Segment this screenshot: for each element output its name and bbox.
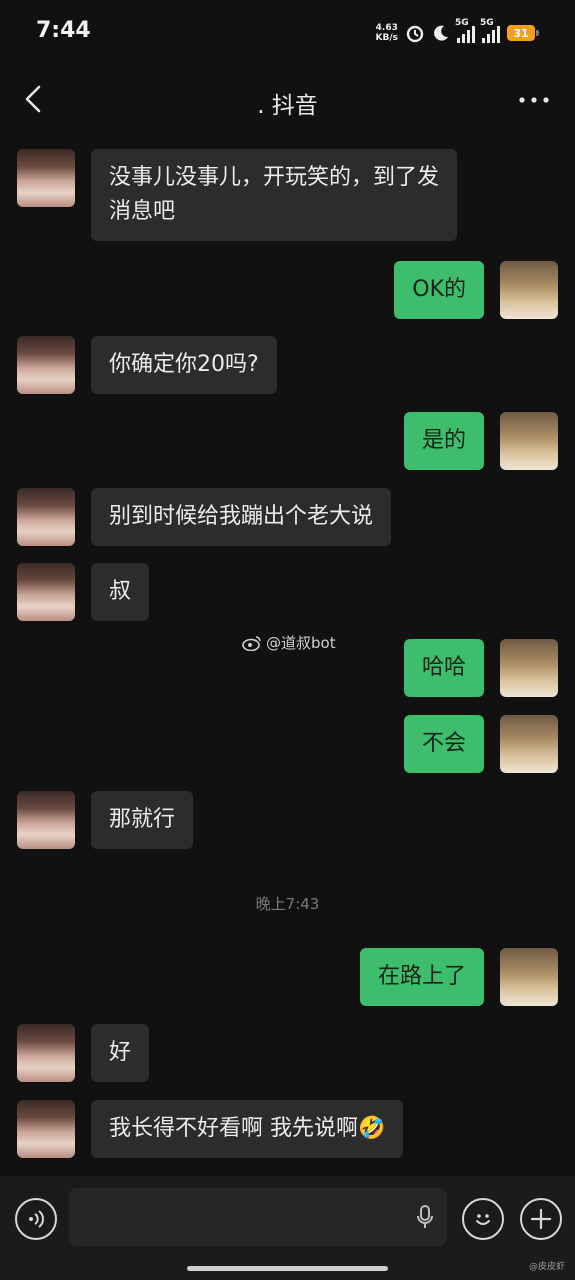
smiley-icon bbox=[476, 1214, 490, 1225]
message-bubble[interactable]: 别到时候给我蹦出个老大说 bbox=[91, 488, 392, 546]
corner-watermark: @皮皮虾 bbox=[528, 1262, 565, 1272]
alarm-icon bbox=[406, 25, 424, 43]
message-row: 那就行 bbox=[17, 791, 209, 849]
microphone-icon[interactable] bbox=[415, 1204, 435, 1230]
message-row: OK的 bbox=[378, 261, 558, 319]
message-bubble[interactable]: 你确定你20吗? bbox=[91, 336, 277, 394]
contact-avatar[interactable] bbox=[17, 488, 75, 546]
user-avatar[interactable] bbox=[500, 412, 558, 470]
chat-title: . 抖音 bbox=[257, 93, 318, 119]
message-bubble[interactable]: OK的 bbox=[394, 261, 484, 319]
message-row: 不会 bbox=[388, 715, 558, 773]
message-row: 叔 bbox=[17, 563, 165, 621]
watermark-text: @道叔bot bbox=[266, 634, 336, 652]
input-bar: @皮皮虾 bbox=[0, 1176, 575, 1280]
message-bubble[interactable]: 不会 bbox=[403, 715, 484, 773]
message-bubble[interactable]: 好 bbox=[91, 1024, 150, 1082]
message-bubble[interactable]: 没事儿没事儿，开玩笑的，到了发 消息吧 bbox=[91, 149, 458, 241]
message-bubble[interactable]: 叔 bbox=[91, 563, 150, 621]
more-options-button[interactable] bbox=[517, 88, 551, 112]
message-bubble[interactable]: 那就行 bbox=[91, 791, 194, 849]
message-row: 别到时候给我蹦出个老大说 bbox=[17, 488, 407, 546]
signal-2-label: 5G bbox=[480, 18, 494, 28]
message-row: 是的 bbox=[388, 412, 558, 470]
message-row: 没事儿没事儿，开玩笑的，到了发 消息吧 bbox=[17, 149, 473, 241]
network-speed-unit: KB/s bbox=[375, 33, 398, 43]
signal-icon: 5G bbox=[455, 18, 475, 43]
contact-avatar[interactable] bbox=[17, 563, 75, 621]
message-bubble[interactable]: 在路上了 bbox=[359, 948, 484, 1006]
voice-input-button[interactable] bbox=[15, 1198, 57, 1240]
weibo-icon bbox=[242, 635, 261, 651]
message-timestamp: 晚上7:43 bbox=[255, 895, 320, 913]
contact-avatar[interactable] bbox=[17, 791, 75, 849]
message-text: 我长得不好看啊 我先说啊 bbox=[109, 1116, 358, 1141]
message-row: 我长得不好看啊 我先说啊🤣 bbox=[17, 1100, 419, 1158]
add-button[interactable] bbox=[520, 1198, 562, 1240]
message-bubble[interactable]: 是的 bbox=[403, 412, 484, 470]
contact-avatar[interactable] bbox=[17, 149, 75, 207]
emoji-button[interactable] bbox=[462, 1198, 504, 1240]
chat-header: . 抖音 bbox=[0, 62, 575, 136]
contact-avatar[interactable] bbox=[17, 336, 75, 394]
laughing-emoji-icon: 🤣 bbox=[358, 1116, 386, 1141]
moon-icon bbox=[434, 25, 448, 41]
message-row: 你确定你20吗? bbox=[17, 336, 293, 394]
user-avatar[interactable] bbox=[500, 948, 558, 1006]
message-row: 在路上了 bbox=[344, 948, 558, 1006]
signal-1-label: 5G bbox=[455, 18, 469, 28]
message-bubble[interactable]: 我长得不好看啊 我先说啊🤣 bbox=[91, 1100, 404, 1158]
battery-indicator: 31 bbox=[507, 25, 539, 41]
signal-icon: 5G bbox=[480, 18, 500, 43]
status-time: 7:44 bbox=[36, 18, 91, 43]
status-icons: 4.63 KB/s 5G 5G 31 bbox=[376, 18, 539, 46]
message-bubble[interactable]: 哈哈 bbox=[403, 639, 484, 697]
more-icon bbox=[519, 97, 549, 103]
user-avatar[interactable] bbox=[500, 639, 558, 697]
network-speed: 4.63 KB/s bbox=[376, 23, 398, 43]
voice-icon bbox=[29, 1210, 44, 1228]
contact-avatar[interactable] bbox=[17, 1100, 75, 1158]
message-input[interactable] bbox=[69, 1188, 447, 1246]
contact-avatar[interactable] bbox=[17, 1024, 75, 1082]
message-row: 好 bbox=[17, 1024, 165, 1082]
status-bar: 7:44 4.63 KB/s 5G 5G 31 bbox=[0, 0, 575, 62]
network-speed-value: 4.63 bbox=[375, 23, 398, 33]
home-indicator[interactable] bbox=[187, 1266, 388, 1271]
user-avatar[interactable] bbox=[500, 261, 558, 319]
user-avatar[interactable] bbox=[500, 715, 558, 773]
weibo-watermark: @道叔bot bbox=[242, 632, 336, 653]
plus-icon bbox=[530, 1208, 552, 1230]
message-row: 哈哈 bbox=[388, 639, 558, 697]
